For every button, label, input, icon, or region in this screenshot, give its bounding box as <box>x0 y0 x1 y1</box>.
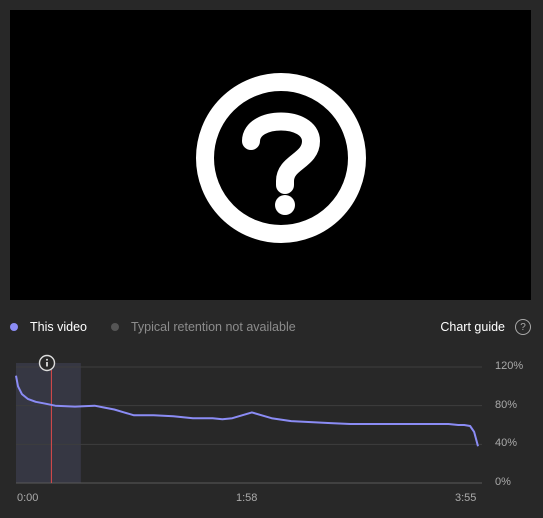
chart-highlight-range <box>16 363 81 483</box>
legend-label-this-video: This video <box>30 320 87 334</box>
chart-legend: This video Typical retention not availab… <box>10 316 531 338</box>
x-tick-label-start: 0:00 <box>17 492 39 504</box>
legend-item-this-video[interactable]: This video <box>10 320 87 334</box>
series-line-this-video <box>15 375 479 447</box>
video-preview[interactable] <box>10 10 531 300</box>
question-circle-icon <box>196 73 366 243</box>
retention-chart[interactable] <box>0 350 543 495</box>
x-tick-label-middle: 1:58 <box>236 492 258 504</box>
y-tick-label-40: 40% <box>495 437 518 449</box>
chart-guide-button[interactable]: Chart guide ? <box>440 319 531 335</box>
help-icon[interactable]: ? <box>515 319 531 335</box>
info-icon[interactable] <box>38 354 56 372</box>
legend-dot-this-video <box>10 323 18 331</box>
y-tick-label-0: 0% <box>495 476 511 488</box>
chart-guide-label: Chart guide <box>440 320 505 334</box>
y-tick-label-80: 80% <box>495 399 518 411</box>
x-tick-label-end: 3:55 <box>455 492 477 504</box>
legend-dot-typical <box>110 323 119 331</box>
legend-label-typical: Typical retention not available <box>130 320 296 334</box>
legend-item-typical: Typical retention not available <box>110 320 296 334</box>
y-tick-label-120: 120% <box>495 360 524 372</box>
